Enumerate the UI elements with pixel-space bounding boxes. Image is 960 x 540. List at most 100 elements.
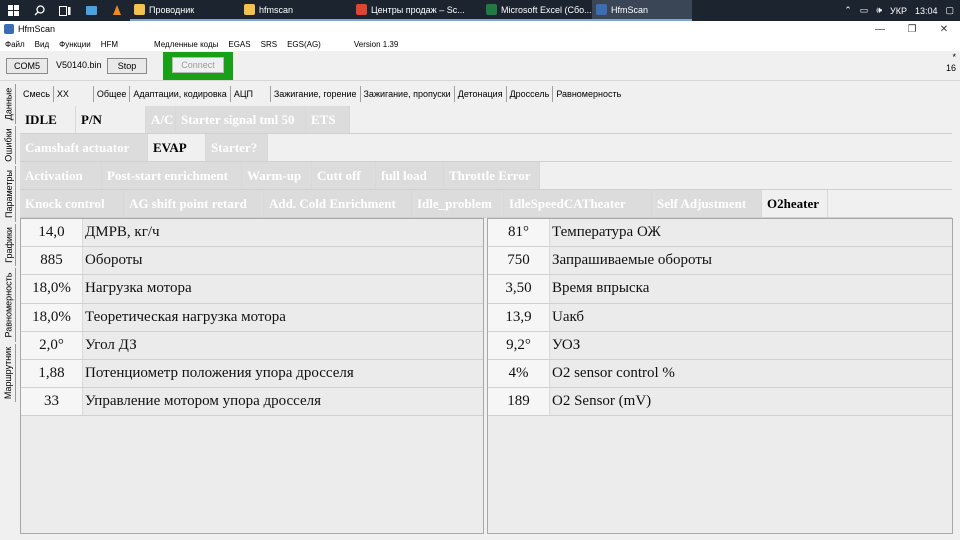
param-value: 18,0%: [21, 275, 83, 303]
param-label: Управление мотором упора дросселя: [83, 388, 483, 416]
right-params-pane: 81° Температура ОЖ 750 Запрашиваемые оборот…: [487, 218, 953, 534]
param-label: O2 sensor control %: [550, 359, 952, 388]
menu-view[interactable]: Вид: [30, 40, 54, 49]
param-row: 18,0% Нагрузка мотора: [21, 275, 483, 304]
keyboard-language[interactable]: УКР: [890, 6, 907, 16]
status-flag: Starter?: [206, 134, 268, 161]
menu-slow-codes[interactable]: Медленные коды: [149, 40, 223, 49]
volume-icon[interactable]: 🕪: [876, 5, 882, 16]
tab-throttle[interactable]: Дроссель: [505, 86, 553, 102]
version-label: Version 1.39: [353, 39, 399, 49]
menu-srs[interactable]: SRS: [256, 40, 282, 49]
param-label: ДМРВ, кг/ч: [83, 219, 483, 247]
vlc-icon[interactable]: [104, 0, 130, 21]
tab-adaptations[interactable]: Адаптации, кодировка: [129, 86, 229, 102]
param-value: 4%: [488, 359, 550, 388]
param-row: 750 Запрашиваемые обороты: [488, 247, 952, 276]
side-tab-label: Ошибки: [3, 128, 14, 162]
flag-row: Camshaft actuator EVAP Starter?: [20, 134, 952, 162]
corner-number: 16: [945, 63, 956, 73]
network-icon[interactable]: ▭: [860, 5, 869, 16]
window-titlebar: HfmScan — ❐ ✕: [0, 21, 960, 37]
app-icon: [356, 4, 367, 15]
connect-button[interactable]: Connect: [172, 57, 224, 73]
menu-egas[interactable]: EGAS: [223, 40, 255, 49]
menu-egs[interactable]: EGS(AG): [282, 40, 326, 49]
taskbar-app[interactable]: hfmscan: [240, 0, 352, 21]
app-icon: [4, 24, 14, 34]
tab-general[interactable]: Общее: [92, 86, 129, 102]
tab-strip: Смесь XX Общее Адаптации, кодировка АЦП …: [20, 86, 624, 102]
param-label: Нагрузка мотора: [83, 275, 483, 303]
side-tab-label: Равномерность: [3, 272, 14, 338]
status-flag: Activation: [20, 162, 102, 189]
taskbar-app[interactable]: Центры продаж – Sc...: [352, 0, 482, 21]
status-flag: Cutt off: [312, 162, 376, 189]
taskbar-app[interactable]: HfmScan: [592, 0, 692, 21]
tab-mixture[interactable]: Смесь: [20, 86, 53, 102]
task-view-icon[interactable]: [52, 0, 78, 21]
tab-ignition-misfires[interactable]: Зажигание, пропуски: [359, 86, 454, 102]
param-row: 14,0 ДМРВ, кг/ч: [21, 219, 483, 248]
tab-adc[interactable]: АЦП: [229, 86, 270, 102]
taskbar-app[interactable]: Microsoft Excel (Сбо...: [482, 0, 592, 21]
menu-functions[interactable]: Функции: [54, 40, 96, 49]
taskbar-app-label: Центры продаж – Sc...: [371, 4, 465, 15]
pinned-app-icon[interactable]: [78, 0, 104, 21]
side-tab-parameters[interactable]: Параметры: [2, 166, 16, 222]
side-tab-graphs[interactable]: Графики: [2, 224, 16, 266]
close-icon[interactable]: ✕: [928, 24, 960, 35]
status-flag: A/C: [146, 106, 176, 133]
param-value: 885: [21, 247, 83, 275]
param-row: 885 Обороты: [21, 247, 483, 276]
flag-row: Knock control AG shift point retard Add. C…: [20, 190, 952, 218]
param-label: Потенциометр положения упора дросселя: [83, 359, 483, 388]
param-value: 3,50: [488, 275, 550, 303]
maximize-icon[interactable]: ❐: [896, 24, 928, 35]
window-title: HfmScan: [18, 24, 56, 34]
param-label: Теоретическая нагрузка мотора: [83, 303, 483, 331]
left-params-pane: 14,0 ДМРВ, кг/ч 885 Обороты 18,0% Нагрузка мо…: [20, 218, 484, 534]
menu-hfm[interactable]: HFM: [96, 40, 123, 49]
param-value: 9,2°: [488, 331, 550, 359]
corner-mark: *: [952, 52, 956, 62]
side-tab-uniformity[interactable]: Равномерность: [2, 268, 16, 342]
com-port-button[interactable]: COM5: [6, 58, 48, 74]
corner-indicator: * 16: [946, 52, 956, 74]
stop-button[interactable]: Stop: [107, 58, 147, 74]
status-flag: Knock control: [20, 190, 124, 217]
connect-highlight: Connect: [163, 52, 233, 80]
taskbar: Проводник hfmscan Центры продаж – Sc... Mic…: [0, 0, 960, 21]
param-row: 1,88 Потенциометр положения упора дроссел…: [21, 359, 483, 389]
status-flag: Warm-up: [242, 162, 312, 189]
tab-knock[interactable]: Детонация: [453, 86, 506, 102]
tab-uniformity[interactable]: Равномерность: [552, 86, 624, 102]
tab-xx[interactable]: XX: [52, 86, 93, 102]
param-row: 2,0° Угол ДЗ: [21, 331, 483, 360]
taskbar-app-label: HfmScan: [611, 4, 649, 15]
param-row: 4% O2 sensor control %: [488, 359, 952, 389]
status-flag: Post-start enrichment: [102, 162, 242, 189]
flag-row: Activation Post-start enrichment Warm-up Cu…: [20, 162, 952, 190]
status-flag: Throttle Error: [444, 162, 540, 189]
side-tab-data[interactable]: Данные: [2, 84, 16, 124]
taskbar-app[interactable]: Проводник: [130, 0, 240, 21]
tab-ignition-combustion[interactable]: Зажигание, горение: [269, 86, 360, 102]
search-icon[interactable]: [26, 0, 52, 21]
notifications-icon[interactable]: ▢: [945, 5, 954, 16]
param-value: 189: [488, 388, 550, 416]
system-tray: ⌃ ▭ 🕪 УКР 13:04 ▢: [844, 5, 960, 16]
param-value: 33: [21, 388, 83, 416]
minimize-icon[interactable]: —: [864, 24, 896, 35]
side-tab-route[interactable]: Маршрутник: [2, 344, 16, 402]
clock[interactable]: 13:04: [915, 6, 938, 16]
menu-file[interactable]: Файл: [0, 40, 30, 49]
status-flag: Idle_problem: [412, 190, 504, 217]
param-label: O2 Sensor (mV): [550, 388, 952, 416]
chevron-up-icon[interactable]: ⌃: [844, 5, 852, 16]
param-value: 13,9: [488, 303, 550, 331]
param-row: 189 O2 Sensor (mV): [488, 388, 952, 417]
param-value: 18,0%: [21, 303, 83, 331]
windows-start-icon[interactable]: [0, 0, 26, 21]
side-tab-errors[interactable]: Ошибки: [2, 126, 16, 164]
